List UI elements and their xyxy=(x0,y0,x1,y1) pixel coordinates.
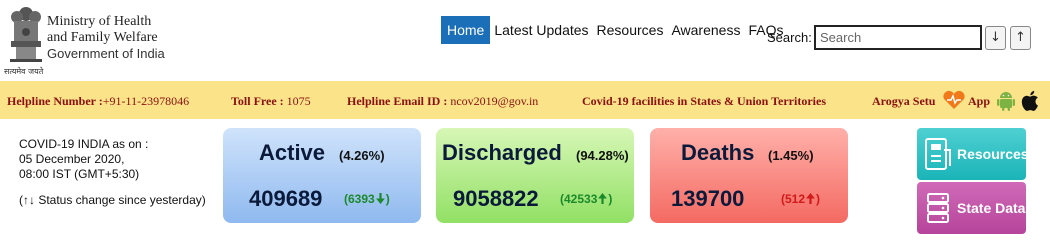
helpline-email-label: Helpline Email ID : xyxy=(347,94,448,108)
deaths-count: 139700 xyxy=(671,186,745,211)
discharged-percent: (94.28%) xyxy=(576,148,629,163)
nav-home[interactable]: Home xyxy=(441,16,491,44)
status-line-3: 08:00 IST (GMT+5:30) xyxy=(19,167,140,181)
main-nav: Home Latest Updates Resources Awareness … xyxy=(441,16,787,44)
status-date-block: COVID-19 INDIA as on : 05 December 2020,… xyxy=(19,137,209,182)
ministry-line-1: Ministry of Health xyxy=(47,14,152,29)
ministry-title[interactable]: Ministry of Health and Family Welfare Go… xyxy=(47,14,165,62)
helpline-bar: Helpline Number :+91-11-23978046 Toll Fr… xyxy=(0,81,1050,119)
search-prev-button[interactable]: ↑ xyxy=(1010,26,1031,50)
active-percent: (4.26%) xyxy=(339,148,385,163)
discharged-card[interactable]: Discharged (94.28%) 9058822 (42533) xyxy=(436,128,634,223)
arrow-up-icon xyxy=(598,193,608,204)
resources-button[interactable]: Resources xyxy=(917,128,1029,180)
app-label[interactable]: App xyxy=(968,94,990,109)
search-next-button[interactable]: ↓ xyxy=(985,26,1006,50)
nav-awareness[interactable]: Awareness xyxy=(667,16,744,44)
deaths-percent: (1.45%) xyxy=(768,148,814,163)
helpline-email[interactable]: Helpline Email ID : ncov2019@gov.in xyxy=(347,94,538,109)
deaths-card[interactable]: Deaths (1.45%) 139700 (512) xyxy=(650,128,848,223)
covid-facilities-link[interactable]: Covid-19 facilities in States & Union Te… xyxy=(582,94,826,109)
toll-free-value: 1075 xyxy=(286,94,311,108)
database-icon xyxy=(927,193,949,223)
state-data-button[interactable]: State Data xyxy=(917,182,1026,234)
nav-resources[interactable]: Resources xyxy=(593,16,668,44)
arrow-down-icon xyxy=(375,193,385,204)
discharged-change-value: (42533 xyxy=(560,192,598,206)
national-emblem-icon[interactable] xyxy=(6,4,46,64)
toll-free-label: Toll Free : xyxy=(231,94,284,108)
helpline-number-value: +91-11-23978046 xyxy=(102,94,190,108)
status-line-2: 05 December 2020, xyxy=(19,152,125,166)
toll-free[interactable]: Toll Free : 1075 xyxy=(231,94,311,109)
helpline-number-label: Helpline Number : xyxy=(7,94,103,108)
active-change: (6393) xyxy=(344,192,390,206)
arogya-heart-icon[interactable] xyxy=(942,90,966,110)
discharged-change: (42533) xyxy=(560,192,613,206)
android-icon[interactable] xyxy=(996,90,1016,112)
helpline-number[interactable]: Helpline Number :+91-11-23978046 xyxy=(7,94,189,109)
active-card[interactable]: Active (4.26%) 409689 (6393) xyxy=(223,128,421,223)
deaths-change-value: (512 xyxy=(781,192,806,206)
search-input[interactable] xyxy=(814,25,982,50)
status-line-1: COVID-19 INDIA as on : xyxy=(19,137,149,151)
site-header: सत्यमेव जयते Ministry of Health and Fami… xyxy=(0,0,1050,80)
resources-label: Resources xyxy=(957,146,1029,162)
emblem-motto: सत्यमेव जयते xyxy=(4,67,44,76)
deaths-change: (512) xyxy=(781,192,821,206)
state-data-label: State Data xyxy=(957,200,1026,216)
nav-latest-updates[interactable]: Latest Updates xyxy=(490,16,592,44)
active-count: 409689 xyxy=(249,186,323,211)
discharged-count: 9058822 xyxy=(453,186,539,211)
arrow-up-icon xyxy=(806,193,815,204)
ministry-line-2: and Family Welfare xyxy=(47,30,158,45)
status-change-note: (↑↓ Status change since yesterday) xyxy=(19,193,206,207)
active-title: Active xyxy=(259,140,326,165)
arogya-setu-label[interactable]: Arogya Setu xyxy=(872,94,935,109)
resources-icon xyxy=(925,138,951,170)
search-label: Search: xyxy=(767,30,812,45)
deaths-title: Deaths xyxy=(681,140,755,165)
discharged-title: Discharged xyxy=(442,140,562,165)
government-label: Government of India xyxy=(47,46,165,61)
apple-icon[interactable] xyxy=(1019,89,1041,113)
helpline-email-value: ncov2019@gov.in xyxy=(450,94,539,108)
active-change-value: (6393 xyxy=(344,192,375,206)
